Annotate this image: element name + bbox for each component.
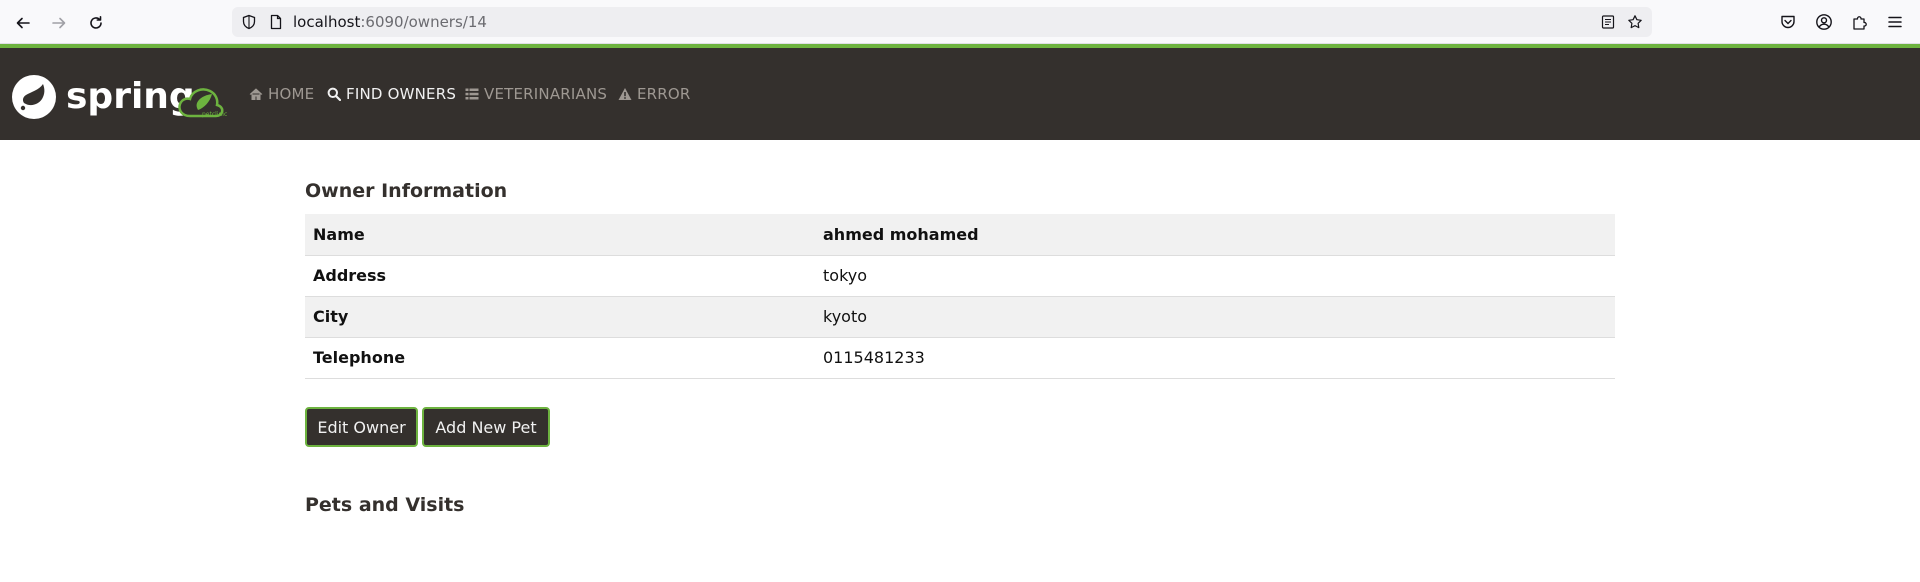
brand-text: spring — [66, 76, 195, 117]
extensions-icon[interactable] — [1851, 13, 1869, 31]
edit-owner-button[interactable]: Edit Owner — [305, 407, 418, 447]
telephone-value: 0115481233 — [815, 337, 1615, 379]
url-path: :6090/owners/14 — [360, 13, 487, 31]
forward-arrow-icon[interactable] — [46, 10, 72, 36]
spring-petclinic-logo[interactable]: spring petclinic — [10, 72, 240, 122]
nav-error[interactable]: ERROR — [618, 84, 691, 104]
table-row: Address tokyo — [305, 255, 1615, 297]
menu-icon[interactable] — [1886, 13, 1904, 31]
city-label: City — [305, 296, 815, 338]
nav-veterinarians[interactable]: VETERINARIANS — [465, 84, 607, 104]
nav-home-label: HOME — [268, 85, 315, 103]
nav-error-label: ERROR — [637, 85, 691, 103]
nav-home[interactable]: HOME — [249, 84, 314, 104]
pets-visits-heading: Pets and Visits — [305, 494, 465, 516]
url-bar[interactable]: localhost:6090/owners/14 — [232, 7, 1652, 37]
url-text[interactable]: localhost:6090/owners/14 — [293, 13, 487, 31]
nav-veterinarians-label: VETERINARIANS — [484, 85, 608, 103]
list-icon — [465, 88, 479, 100]
back-arrow-icon[interactable] — [10, 10, 36, 36]
browser-toolbar: localhost:6090/owners/14 — [0, 0, 1920, 44]
reload-icon[interactable] — [83, 10, 109, 36]
city-value: kyoto — [815, 296, 1615, 338]
search-icon — [327, 87, 341, 101]
name-value: ahmed mohamed — [815, 214, 1615, 256]
url-host: localhost — [293, 13, 361, 31]
address-label: Address — [305, 255, 815, 297]
reader-view-icon[interactable] — [1600, 14, 1616, 30]
table-row: City kyoto — [305, 296, 1615, 338]
owner-info-heading: Owner Information — [305, 180, 508, 202]
shield-icon[interactable] — [241, 14, 257, 30]
brand-subtext: petclinic — [202, 111, 227, 118]
owner-info-table: Name ahmed mohamed Address tokyo City ky… — [305, 214, 1615, 379]
nav-find-owners[interactable]: FIND OWNERS — [327, 84, 456, 104]
pocket-icon[interactable] — [1779, 13, 1797, 31]
nav-find-owners-label: FIND OWNERS — [346, 85, 457, 103]
warning-icon — [618, 88, 632, 100]
name-label: Name — [305, 214, 815, 256]
table-row: Name ahmed mohamed — [305, 214, 1615, 256]
account-icon[interactable] — [1815, 13, 1833, 31]
star-icon[interactable] — [1627, 14, 1643, 30]
add-new-pet-button[interactable]: Add New Pet — [422, 407, 550, 447]
page-icon[interactable] — [268, 14, 284, 30]
address-value: tokyo — [815, 255, 1615, 297]
home-icon — [249, 88, 263, 100]
table-row: Telephone 0115481233 — [305, 337, 1615, 379]
telephone-label: Telephone — [305, 337, 815, 379]
